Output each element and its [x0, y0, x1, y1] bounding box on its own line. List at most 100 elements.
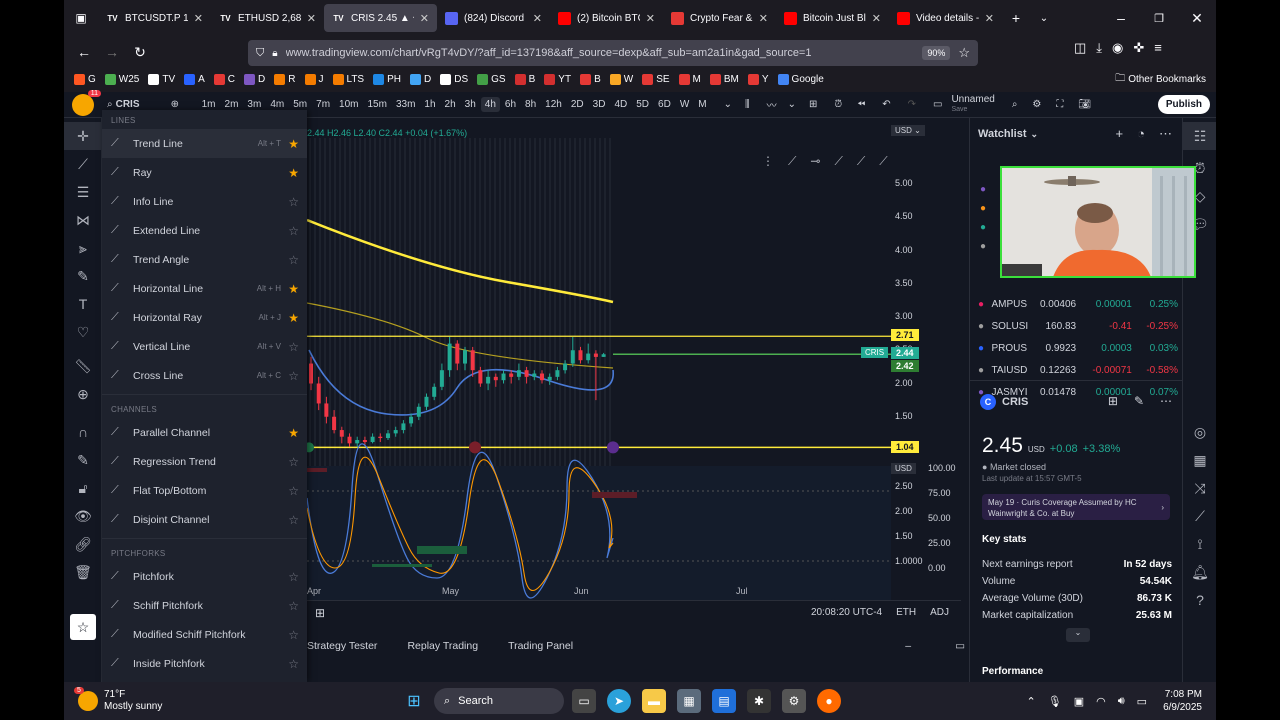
close-tab-icon[interactable]: ✕: [985, 12, 994, 25]
tab-overview-icon[interactable]: ▣: [64, 4, 98, 32]
telegram-icon[interactable]: ➤: [607, 689, 631, 713]
compare-icon[interactable]: ⊕: [171, 99, 195, 110]
menu-item-trend-line[interactable]: ⟋ Trend Line Alt + T ★: [102, 129, 307, 158]
more-icon[interactable]: ⋯: [1160, 394, 1172, 408]
close-tab-icon[interactable]: ✕: [307, 12, 316, 25]
pocket-icon[interactable]: ◫: [1074, 40, 1086, 56]
favorite-star-icon[interactable]: ☆: [288, 570, 299, 584]
menu-item-horizontal-line[interactable]: ⟋ Horizontal Line Alt + H ★: [102, 274, 307, 303]
date-range-icon[interactable]: ⊞: [315, 606, 325, 620]
bookmark-item[interactable]: B: [514, 73, 535, 85]
task-view-icon[interactable]: ▭: [572, 689, 596, 713]
timeframe-3h[interactable]: 3h: [461, 97, 480, 112]
search-icon[interactable]: ⌕: [107, 99, 113, 110]
magnet-icon[interactable]: ∩: [64, 418, 102, 446]
menu-item-flat-top-bottom[interactable]: ⟋ Flat Top/Bottom ☆: [102, 476, 307, 505]
drag-handle-icon[interactable]: ⋮: [762, 154, 774, 169]
zoom-in-icon[interactable]: ⊕: [64, 380, 102, 408]
bookmark-item[interactable]: PH: [373, 73, 401, 85]
favorite-star-icon[interactable]: ★: [288, 166, 299, 180]
favorite-star-icon[interactable]: ☆: [288, 195, 299, 209]
timeframe-2h[interactable]: 2h: [441, 97, 460, 112]
bookmark-item[interactable]: Google: [777, 73, 824, 85]
microphone-icon[interactable]: 🎙︎: [1048, 695, 1062, 708]
settings-icon[interactable]: ⚙︎: [1032, 99, 1041, 110]
timeframe-8h[interactable]: 8h: [521, 97, 540, 112]
tray-app-icon[interactable]: ▣: [1074, 695, 1084, 708]
close-tab-icon[interactable]: ✕: [759, 12, 768, 25]
bookmark-item[interactable]: W: [609, 73, 633, 85]
calendar-icon[interactable]: ▦: [1183, 446, 1216, 474]
windows-start-icon[interactable]: ⊞: [402, 689, 426, 713]
browser-tab[interactable]: Crypto Fear & G ✕: [663, 4, 776, 32]
replay-icon[interactable]: ⏪︎: [857, 99, 865, 110]
layouts-icon[interactable]: ⊞: [809, 99, 817, 110]
browser-tab[interactable]: (824) Discord | # ✕: [437, 4, 550, 32]
menu-item-pitchfork[interactable]: ⟋ Pitchfork ☆: [102, 562, 307, 591]
account-icon[interactable]: ◉: [1112, 40, 1123, 56]
bookmark-item[interactable]: TV: [148, 73, 175, 85]
maximize-button[interactable]: ❐: [1140, 4, 1178, 32]
favorite-star-icon[interactable]: ☆: [288, 369, 299, 383]
timeframe-12h[interactable]: 12h: [541, 97, 566, 112]
tab-replay-trading[interactable]: Replay Trading: [407, 640, 478, 652]
volume-icon[interactable]: 🔊︎: [1118, 695, 1125, 708]
menu-item-ray[interactable]: ⟋ Ray ★: [102, 158, 307, 187]
clock[interactable]: 7:08 PM 6/9/2025: [1163, 688, 1202, 714]
timeframe-4D[interactable]: 4D: [610, 97, 631, 112]
menu-item-regression-trend[interactable]: ⟋ Regression Trend ☆: [102, 447, 307, 476]
other-bookmarks[interactable]: 🗀︎ Other Bookmarks: [1115, 71, 1206, 88]
timeframe-6h[interactable]: 6h: [501, 97, 520, 112]
reload-button[interactable]: ↻: [126, 38, 154, 66]
line-tool-icon[interactable]: ⟋: [834, 154, 842, 169]
cursor-icon[interactable]: ✛: [64, 122, 102, 150]
favorite-star-icon[interactable]: ☆: [288, 340, 299, 354]
bookmark-item[interactable]: DS: [440, 73, 468, 85]
menu-item-vertical-line[interactable]: ⟋ Vertical Line Alt + V ☆: [102, 332, 307, 361]
timeframe-W[interactable]: W: [676, 97, 693, 112]
undo-icon[interactable]: ↶: [882, 99, 890, 110]
chatgpt-icon[interactable]: ✱: [747, 689, 771, 713]
calculator-icon[interactable]: ▦: [677, 689, 701, 713]
templates-dropdown-icon[interactable]: ⌄: [788, 99, 796, 110]
chart-svg[interactable]: [304, 118, 891, 600]
publish-button[interactable]: Publish: [1157, 95, 1210, 114]
favorite-star-icon[interactable]: ☆: [288, 628, 299, 642]
bookmark-item[interactable]: D: [244, 73, 265, 85]
ray-tool-icon[interactable]: ⟋: [857, 154, 865, 169]
snapshot-icon[interactable]: 📷︎: [1078, 99, 1091, 110]
back-button[interactable]: ←: [70, 38, 98, 66]
bookmark-item[interactable]: J: [304, 73, 324, 85]
watchlist-panel-icon[interactable]: ☷: [1183, 122, 1216, 150]
close-tab-icon[interactable]: ✕: [194, 12, 203, 25]
timeframe-5D[interactable]: 5D: [632, 97, 653, 112]
fib-tool-icon[interactable]: ☰: [64, 178, 102, 206]
grid-view-icon[interactable]: ⊞: [1108, 394, 1118, 408]
url-bar[interactable]: ⛉ 🔒︎ www.tradingview.com/chart/vRgT4vDY/…: [248, 40, 978, 66]
lock-icon[interactable]: 🔒︎: [272, 48, 277, 59]
close-tab-icon[interactable]: ✕: [872, 12, 881, 25]
bookmark-item[interactable]: BM: [709, 73, 739, 85]
icon-tool-icon[interactable]: ♡: [64, 318, 102, 346]
bookmark-item[interactable]: LTS: [332, 73, 364, 85]
browser-tab[interactable]: Bitcoin Just Blev ✕: [776, 4, 889, 32]
firefox-icon[interactable]: ●: [817, 689, 841, 713]
browser-tab[interactable]: TV CRIS 2.45 ▲ +3 ✕: [324, 4, 437, 32]
favorite-star-icon[interactable]: ☆: [288, 657, 299, 671]
watchlist-row[interactable]: ● PROUS 0.9923 0.0003 0.03%: [978, 338, 1178, 358]
favorite-star-icon[interactable]: ★: [288, 426, 299, 440]
bookmark-item[interactable]: SE: [642, 73, 670, 85]
indicators-icon[interactable]: 〰: [767, 97, 777, 112]
advanced-view-icon[interactable]: ◔: [1137, 126, 1145, 142]
favorites-icon[interactable]: ☆: [70, 614, 96, 640]
bookmark-item[interactable]: Y: [747, 73, 769, 85]
clock-readout[interactable]: 20:08:20 UTC-4: [811, 607, 882, 618]
close-window-button[interactable]: ✕: [1178, 4, 1216, 32]
settings-app-icon[interactable]: ⚙︎: [782, 689, 806, 713]
timeframe-6D[interactable]: 6D: [654, 97, 675, 112]
favorite-star-icon[interactable]: ★: [288, 137, 299, 151]
new-tab-button[interactable]: +: [1002, 4, 1030, 32]
menu-item-cross-line[interactable]: ⟋ Cross Line Alt + C ☆: [102, 361, 307, 390]
menu-item-disjoint-channel[interactable]: ⟋ Disjoint Channel ☆: [102, 505, 307, 534]
hline-tool-icon[interactable]: ⊸: [810, 154, 820, 169]
